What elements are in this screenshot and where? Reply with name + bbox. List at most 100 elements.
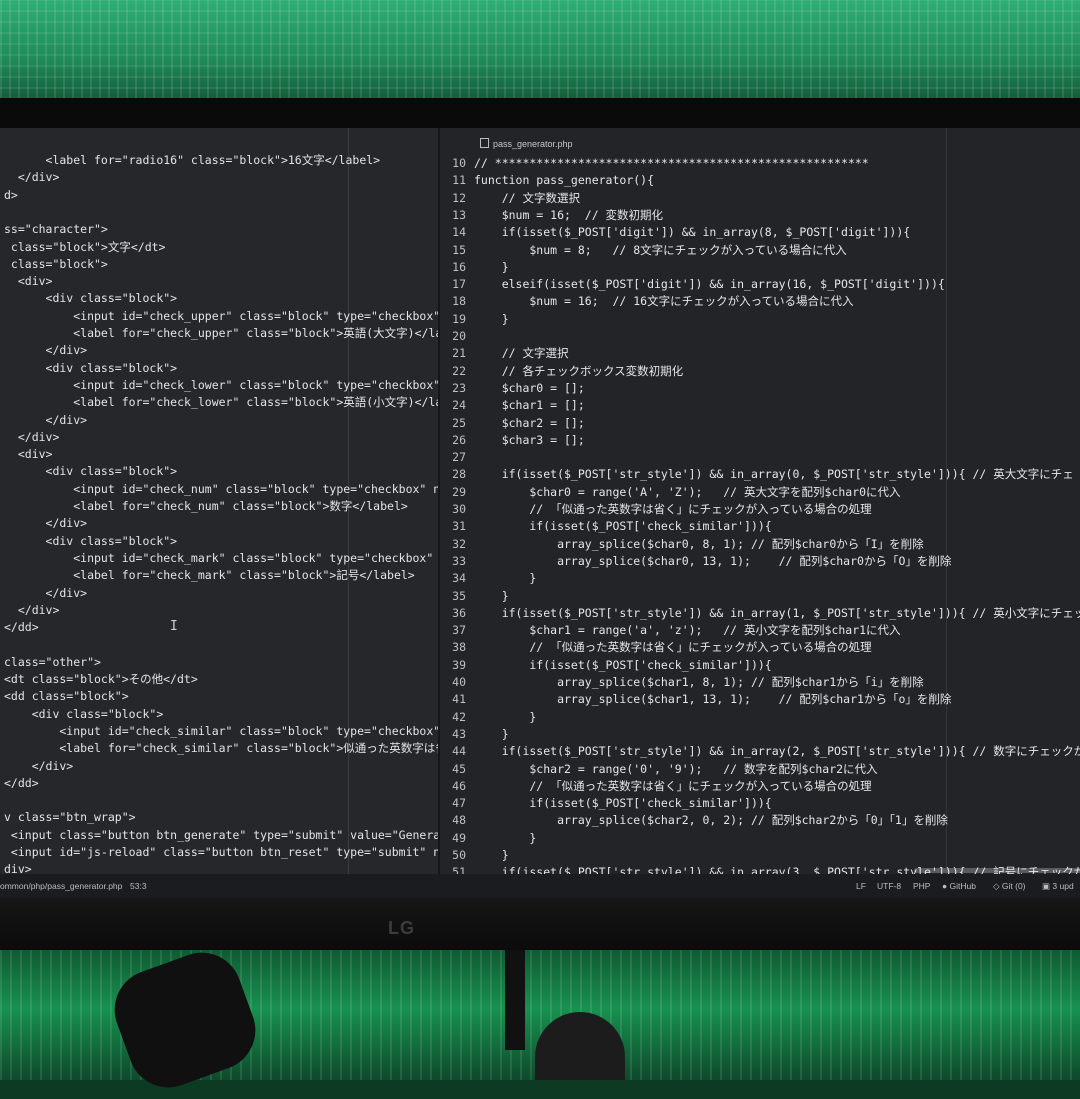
php-code-line[interactable]: $char3 = []; xyxy=(474,432,585,449)
html-code-line[interactable]: <label for="check_num" class="block">数字<… xyxy=(4,498,408,515)
html-code-line[interactable]: <label for="check_lower" class="block">英… xyxy=(4,394,438,411)
php-code-line[interactable]: $char1 = range('a', 'z'); // 英小文字を配列$cha… xyxy=(474,622,900,639)
html-code-line[interactable]: <input id="check_upper" class="block" ty… xyxy=(4,308,438,325)
php-code-line[interactable]: $num = 16; // 変数初期化 xyxy=(474,207,663,224)
php-code-line[interactable]: if(isset($_POST['str_style']) && in_arra… xyxy=(474,605,1080,622)
line-number: 50 xyxy=(452,848,466,862)
php-code-line[interactable]: $num = 16; // 16文字にチェックが入っている場合に代入 xyxy=(474,293,853,310)
php-code-line[interactable]: // 文字数選択 xyxy=(474,190,580,207)
php-code-line[interactable]: if(isset($_POST['str_style']) && in_arra… xyxy=(474,466,1074,483)
status-github-label: GitHub xyxy=(949,881,976,891)
php-code-line[interactable]: if(isset($_POST['digit']) && in_array(8,… xyxy=(474,224,911,241)
html-code-line[interactable]: </div> xyxy=(4,169,60,186)
php-code-line[interactable]: } xyxy=(474,259,509,276)
html-code-line[interactable]: <div class="block"> xyxy=(4,290,178,307)
line-number: 25 xyxy=(452,415,466,430)
php-code-line[interactable]: if(isset($_POST['check_similar'])){ xyxy=(474,795,771,812)
html-code-line[interactable]: <label for="check_similar" class="block"… xyxy=(4,740,438,757)
php-code-line[interactable]: $num = 8; // 8文字にチェックが入っている場合に代入 xyxy=(474,242,846,259)
line-number: 24 xyxy=(452,398,466,413)
php-code-line[interactable]: if(isset($_POST['check_similar'])){ xyxy=(474,518,771,535)
html-code-line[interactable]: <label for="radio16" class="block">16文字<… xyxy=(4,152,381,169)
php-code-line[interactable]: } xyxy=(474,726,509,743)
html-code-line[interactable]: <input id="check_num" class="block" type… xyxy=(4,481,438,498)
html-code-line[interactable]: <input class="button btn_generate" type=… xyxy=(4,827,438,844)
php-code-line[interactable]: array_splice($char2, 0, 2); // 配列$char2か… xyxy=(474,812,948,829)
line-number: 30 xyxy=(452,502,466,516)
html-code-line[interactable]: <div class="block"> xyxy=(4,360,178,377)
html-editor-pane[interactable]: I <label for="radio16" class="block">16文… xyxy=(0,128,438,874)
php-code-line[interactable]: // 「似通った英数字は省く」にチェックが入っている場合の処理 xyxy=(474,639,871,656)
php-code-line[interactable]: $char1 = []; xyxy=(474,397,585,414)
html-code-line[interactable]: </div> xyxy=(4,515,88,532)
php-code-line[interactable]: $char0 = range('A', 'Z'); // 英大文字を配列$cha… xyxy=(474,484,900,501)
html-code-line[interactable]: <div> xyxy=(4,273,53,290)
php-code-line[interactable]: if(isset($_POST['str_style']) && in_arra… xyxy=(474,864,1080,874)
html-code-line[interactable]: <dt class="block">その他</dt> xyxy=(4,671,198,688)
html-code-line[interactable]: class="block">文字</dt> xyxy=(4,239,166,256)
php-code-line[interactable]: } xyxy=(474,588,509,605)
html-code-line[interactable]: d> xyxy=(4,187,18,204)
html-code-line[interactable]: </div> xyxy=(4,429,60,446)
php-code-line[interactable]: $char2 = range('0', '9'); // 数字を配列$char2… xyxy=(474,761,877,778)
status-updates[interactable]: ▣ 3 upd xyxy=(1042,881,1074,892)
html-code-line[interactable]: </div> xyxy=(4,602,60,619)
html-code-line[interactable]: <label for="check_mark" class="block">記号… xyxy=(4,567,415,584)
html-code-line[interactable]: <input id="check_mark" class="block" typ… xyxy=(4,550,438,567)
html-code-line[interactable]: class="other"> xyxy=(4,654,101,671)
php-code-line[interactable]: // 「似通った英数字は省く」にチェックが入っている場合の処理 xyxy=(474,778,871,795)
html-code-line[interactable]: div> xyxy=(4,861,32,874)
status-line-ending[interactable]: LF xyxy=(856,881,866,891)
html-code-line[interactable]: <div class="block"> xyxy=(4,706,164,723)
php-code-line[interactable]: $char2 = []; xyxy=(474,415,585,432)
line-number: 47 xyxy=(452,796,466,811)
html-code-line[interactable]: <div> xyxy=(4,446,53,463)
php-code-line[interactable]: } xyxy=(474,709,536,726)
html-code-line[interactable]: </div> xyxy=(4,758,74,775)
php-code-line[interactable]: if(isset($_POST['check_similar'])){ xyxy=(474,657,771,674)
status-encoding[interactable]: UTF-8 xyxy=(877,881,901,891)
php-code-line[interactable]: // 文字選択 xyxy=(474,345,569,362)
html-code-line[interactable]: <label for="check_upper" class="block">英… xyxy=(4,325,438,342)
line-number: 23 xyxy=(452,380,466,395)
php-editor-pane[interactable]: pass_generator.php 10 // ****************… xyxy=(440,128,1080,874)
status-cursor-position[interactable]: 53:3 xyxy=(130,881,147,891)
html-code-line[interactable]: <dd class="block"> xyxy=(4,688,129,705)
status-file-path[interactable]: ommon/php/pass_generator.php xyxy=(0,881,122,891)
html-code-line[interactable]: ss="character"> xyxy=(4,221,108,238)
html-code-line[interactable]: </div> xyxy=(4,412,88,429)
html-code-line[interactable]: </div> xyxy=(4,585,88,602)
html-code-line[interactable]: <input id="js-reload" class="button btn_… xyxy=(4,844,438,861)
status-grammar[interactable]: PHP xyxy=(913,881,930,891)
status-github[interactable]: ● GitHub xyxy=(942,881,976,891)
html-code-line[interactable]: v class="btn_wrap"> xyxy=(4,809,136,826)
html-code-line[interactable]: <div class="block"> xyxy=(4,533,178,550)
html-code-line[interactable]: </div> xyxy=(4,342,88,359)
php-code-line[interactable]: array_splice($char0, 8, 1); // 配列$char0か… xyxy=(474,536,924,553)
html-code-line[interactable]: </dd> xyxy=(4,619,39,636)
php-code-line[interactable]: } xyxy=(474,847,509,864)
line-number: 51 xyxy=(452,865,466,874)
html-code-line[interactable]: <input id="check_lower" class="block" ty… xyxy=(4,377,438,394)
php-code-line[interactable]: array_splice($char1, 8, 1); // 配列$char1か… xyxy=(474,674,924,691)
php-code-line[interactable]: array_splice($char0, 13, 1); // 配列$char0… xyxy=(474,553,951,570)
php-code-line[interactable]: array_splice($char1, 13, 1); // 配列$char1… xyxy=(474,691,951,708)
status-git[interactable]: ◇ Git (0) xyxy=(993,881,1026,892)
wrap-guide xyxy=(946,128,947,874)
php-code-line[interactable]: elseif(isset($_POST['digit']) && in_arra… xyxy=(474,276,945,293)
php-code-line[interactable]: function pass_generator(){ xyxy=(474,172,654,189)
php-code-line[interactable]: // 「似通った英数字は省く」にチェックが入っている場合の処理 xyxy=(474,501,871,518)
php-code-line[interactable]: } xyxy=(474,311,509,328)
php-code-line[interactable]: $char0 = []; xyxy=(474,380,585,397)
php-code-line[interactable]: } xyxy=(474,830,536,847)
html-code-line[interactable]: class="block"> xyxy=(4,256,108,273)
php-code-line[interactable]: // *************************************… xyxy=(474,155,869,172)
html-code-line[interactable]: </dd> xyxy=(4,775,39,792)
html-code-line[interactable]: <div class="block"> xyxy=(4,463,178,480)
editor-screen: I <label for="radio16" class="block">16文… xyxy=(0,128,1080,898)
tab-pass-generator[interactable]: pass_generator.php xyxy=(480,138,573,149)
php-code-line[interactable]: if(isset($_POST['str_style']) && in_arra… xyxy=(474,743,1080,760)
html-code-line[interactable]: <input id="check_similar" class="block" … xyxy=(4,723,438,740)
php-code-line[interactable]: // 各チェックボックス変数初期化 xyxy=(474,363,683,380)
php-code-line[interactable]: } xyxy=(474,570,536,587)
